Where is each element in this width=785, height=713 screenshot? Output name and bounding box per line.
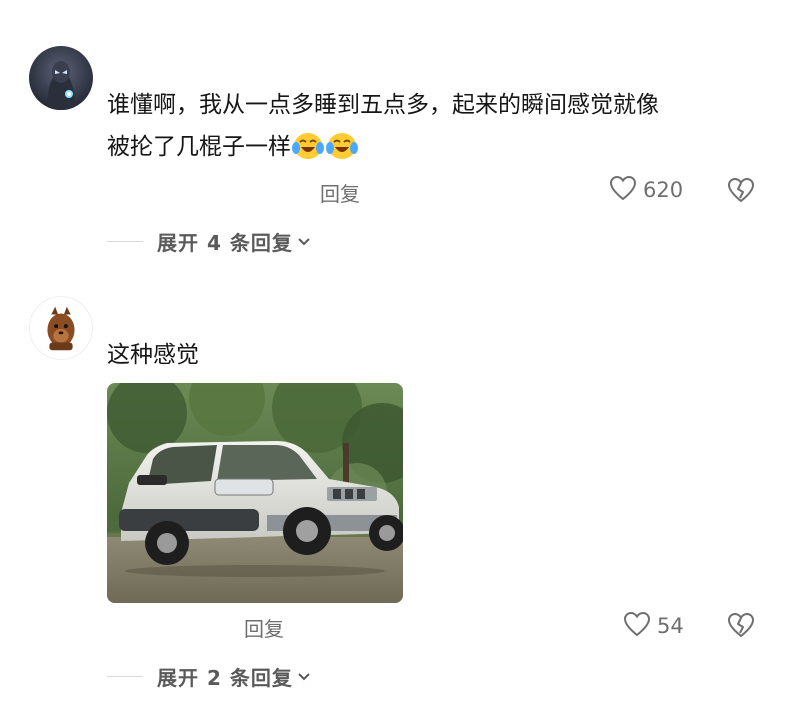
cry-laugh-emoji-icon bbox=[291, 130, 325, 160]
heart-outline-icon bbox=[609, 175, 637, 205]
reply-button[interactable]: 回复 bbox=[244, 613, 284, 642]
broken-heart-icon bbox=[727, 177, 755, 207]
like-count: 620 bbox=[643, 178, 684, 202]
broken-heart-icon bbox=[727, 612, 755, 642]
dislike-button[interactable] bbox=[727, 612, 755, 642]
like-button[interactable]: 54 bbox=[623, 611, 684, 641]
comment-text-line-1: 这种感觉 bbox=[107, 342, 199, 368]
chevron-down-icon bbox=[297, 232, 311, 251]
dislike-button[interactable] bbox=[727, 177, 755, 207]
avatar[interactable] bbox=[29, 296, 93, 360]
avatar[interactable] bbox=[29, 46, 93, 110]
cry-laugh-emoji-icon bbox=[325, 130, 359, 160]
comment-text-line-1: 谁懂啊，我从一点多睡到五点多，起来的瞬间感觉就像 bbox=[107, 92, 659, 118]
heart-outline-icon bbox=[623, 611, 651, 641]
comment-text-line-2: 被抡了几棍子一样 bbox=[107, 134, 291, 160]
expand-replies-button[interactable]: 展开 4 条回复 bbox=[107, 227, 311, 256]
like-count: 54 bbox=[657, 614, 684, 638]
chevron-down-icon bbox=[297, 667, 311, 686]
expand-replies-button[interactable]: 展开 2 条回复 bbox=[107, 662, 311, 691]
divider-line bbox=[107, 676, 143, 677]
reply-button[interactable]: 回复 bbox=[320, 178, 360, 207]
avatar-image bbox=[30, 297, 92, 359]
expand-replies-label: 展开 2 条回复 bbox=[157, 666, 293, 690]
divider-line bbox=[107, 241, 143, 242]
comment-text: 这种感觉 bbox=[107, 334, 767, 376]
comment-text: 谁懂啊，我从一点多睡到五点多，起来的瞬间感觉就像 被抡了几棍子一样 bbox=[107, 84, 767, 168]
like-button[interactable]: 620 bbox=[609, 175, 683, 205]
photo-white-suv-in-forest[interactable] bbox=[107, 383, 403, 603]
avatar-image bbox=[29, 46, 93, 110]
expand-replies-label: 展开 4 条回复 bbox=[157, 231, 293, 255]
